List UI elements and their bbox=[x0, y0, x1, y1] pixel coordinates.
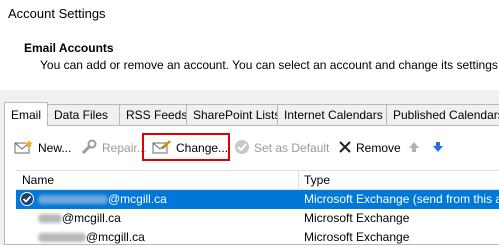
account-row[interactable]: @mcgill.ca Microsoft Exchange bbox=[16, 228, 499, 247]
change-button[interactable]: Change... bbox=[152, 136, 228, 160]
redacted-address bbox=[38, 195, 108, 205]
account-row[interactable]: @mcgill.ca Microsoft Exchange bbox=[16, 209, 499, 228]
new-account-icon bbox=[14, 139, 34, 158]
column-header-type[interactable]: Type bbox=[304, 173, 330, 187]
remove-button[interactable]: Remove bbox=[338, 136, 401, 160]
account-row[interactable]: @mcgill.ca Microsoft Exchange (send from… bbox=[16, 190, 499, 209]
tab-email[interactable]: Email bbox=[4, 102, 48, 126]
arrow-up-icon bbox=[408, 141, 420, 156]
tab-published-calendars[interactable]: Published Calendars bbox=[386, 104, 499, 125]
tab-internet-calendars[interactable]: Internet Calendars bbox=[277, 104, 387, 125]
repair-wrench-icon bbox=[80, 139, 98, 158]
tab-data-files[interactable]: Data Files bbox=[47, 104, 120, 125]
default-account-check-icon bbox=[20, 192, 34, 206]
redacted-address bbox=[38, 214, 62, 224]
header-panel: Email Accounts You can add or remove an … bbox=[0, 28, 499, 91]
remove-x-icon bbox=[338, 140, 352, 157]
account-type-cell: Microsoft Exchange bbox=[304, 230, 410, 244]
new-button-label: New... bbox=[38, 141, 72, 155]
change-account-icon bbox=[152, 139, 172, 158]
remove-button-label: Remove bbox=[356, 141, 401, 155]
account-name-cell: @mcgill.ca bbox=[38, 211, 121, 225]
set-as-default-button[interactable]: Set as Default bbox=[234, 136, 329, 160]
repair-button-label: Repair... bbox=[102, 141, 147, 155]
move-up-button[interactable] bbox=[408, 136, 420, 160]
accounts-grid-header: Name Type bbox=[16, 170, 499, 190]
section-title: Email Accounts bbox=[24, 41, 114, 55]
section-description: You can add or remove an account. You ca… bbox=[40, 58, 499, 72]
tab-rss-feeds[interactable]: RSS Feeds bbox=[119, 104, 187, 125]
account-type-cell: Microsoft Exchange bbox=[304, 211, 410, 225]
tab-sharepoint-lists[interactable]: SharePoint Lists bbox=[186, 104, 280, 125]
title-bar: Account Settings bbox=[0, 0, 499, 28]
default-check-icon bbox=[234, 139, 250, 158]
set-as-default-label: Set as Default bbox=[254, 141, 330, 155]
column-divider bbox=[298, 171, 299, 189]
repair-button[interactable]: Repair... bbox=[80, 136, 147, 160]
account-name-cell: @mcgill.ca bbox=[38, 192, 167, 206]
account-name-cell: @mcgill.ca bbox=[38, 230, 145, 244]
redacted-address bbox=[38, 233, 86, 243]
new-button[interactable]: New... bbox=[14, 136, 71, 160]
window-title: Account Settings bbox=[8, 6, 106, 21]
move-down-button[interactable] bbox=[432, 136, 444, 160]
arrow-down-icon bbox=[432, 141, 444, 156]
change-button-label: Change... bbox=[176, 141, 229, 155]
account-type-cell: Microsoft Exchange (send from this acc bbox=[304, 192, 499, 206]
column-header-name[interactable]: Name bbox=[22, 173, 54, 187]
